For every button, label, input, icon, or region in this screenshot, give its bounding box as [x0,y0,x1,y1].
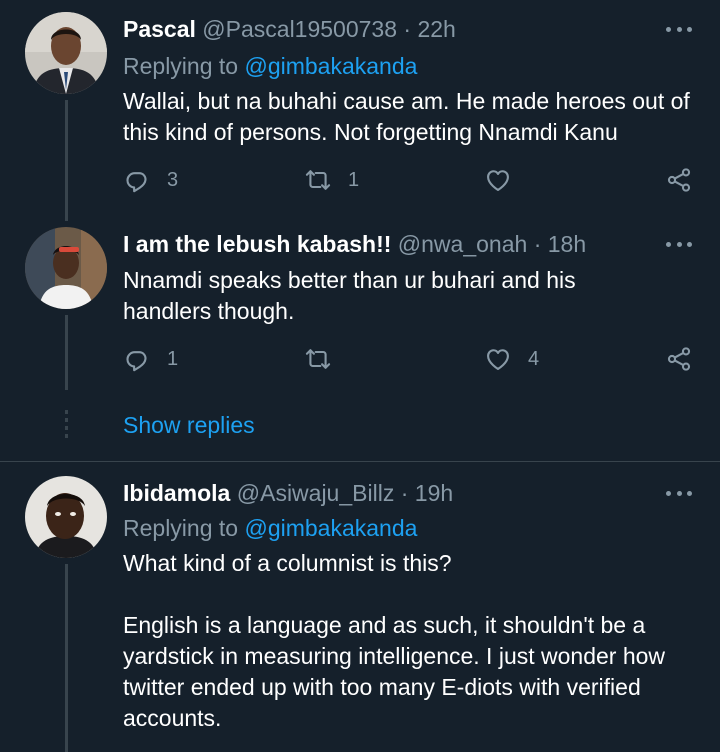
mention-link[interactable]: @gimbakakanda [244,53,417,79]
reply-icon [123,345,151,373]
share-button[interactable] [665,163,693,197]
tweet-header: Ibidamola @Asiwaju_Billz · 19h [123,478,680,508]
like-icon [484,345,512,373]
timeline: Pascal @Pascal19500738 · 22h Replying to… [0,0,720,752]
handle[interactable]: @nwa_onah [398,231,528,257]
retweet-icon [304,166,332,194]
retweet-button[interactable]: 1 [304,163,359,197]
replying-to: Replying to @gimbakakanda [123,51,417,81]
thread-line [65,100,68,215]
thread-line [65,215,68,221]
separator: · [533,231,542,257]
like-button[interactable]: 4 [484,342,539,376]
avatar[interactable] [25,476,107,558]
handle[interactable]: @Pascal19500738 [202,16,397,42]
replying-label: Replying to [123,53,239,79]
tweet-actions: 3 1 [0,163,720,197]
separator: · [403,16,412,42]
avatar[interactable] [25,12,107,94]
more-icon[interactable] [666,229,692,259]
like-count: 4 [528,347,540,370]
tweet-paragraph: English is a language and as such, it sh… [123,612,666,731]
display-name[interactable]: Ibidamola [123,480,230,506]
tweet-pascal[interactable]: Pascal @Pascal19500738 · 22h Replying to… [0,0,720,215]
share-icon [665,166,693,194]
thread-dots [65,410,68,440]
mention-link[interactable]: @gimbakakanda [244,515,417,541]
reply-button[interactable]: 3 [123,163,178,197]
more-icon[interactable] [666,14,692,44]
share-icon [665,345,693,373]
show-replies-link[interactable]: Show replies [123,410,255,440]
timestamp[interactable]: 19h [415,480,453,506]
replying-to: Replying to @gimbakakanda [123,513,417,543]
tweet-text: Nnamdi speaks better than ur buhari and … [123,267,576,324]
reply-button[interactable]: 1 [123,342,178,376]
tweet-ibidamola[interactable]: Ibidamola @Asiwaju_Billz · 19h Replying … [0,462,720,752]
display-name[interactable]: I am the lebush kabash!! [123,231,391,257]
reply-count: 1 [167,347,179,370]
retweet-button[interactable] [304,342,348,376]
tweet-paragraph: What kind of a columnist is this? [123,550,452,576]
like-button[interactable] [484,163,528,197]
tweet-nwa-onah[interactable]: I am the lebush kabash!! @nwa_onah · 18h… [0,215,720,400]
timestamp[interactable]: 22h [417,16,455,42]
like-icon [484,166,512,194]
tweet-header: Pascal @Pascal19500738 · 22h [123,14,680,44]
tweet-text: Wallai, but na buhahi cause am. He made … [123,88,690,145]
timestamp[interactable]: 18h [548,231,586,257]
tweet-text: What kind of a columnist is this? Englis… [123,548,693,734]
share-button[interactable] [665,342,693,376]
reply-icon [123,166,151,194]
thread-line [65,564,68,752]
handle[interactable]: @Asiwaju_Billz [237,480,395,506]
avatar[interactable] [25,227,107,309]
replying-label: Replying to [123,515,239,541]
separator: · [400,480,409,506]
display-name[interactable]: Pascal [123,16,196,42]
more-icon[interactable] [666,478,692,508]
retweet-count: 1 [348,168,360,191]
tweet-actions: 1 4 [0,342,720,376]
tweet-header: I am the lebush kabash!! @nwa_onah · 18h [123,229,680,259]
reply-count: 3 [167,168,179,191]
retweet-icon [304,345,332,373]
